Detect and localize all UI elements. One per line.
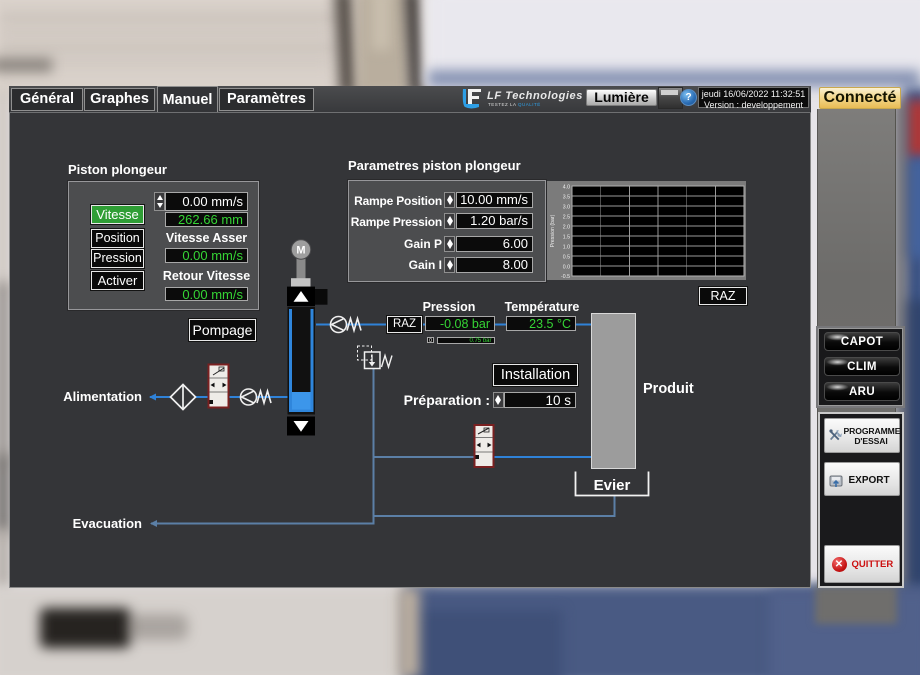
svg-text:M: M bbox=[296, 245, 305, 257]
